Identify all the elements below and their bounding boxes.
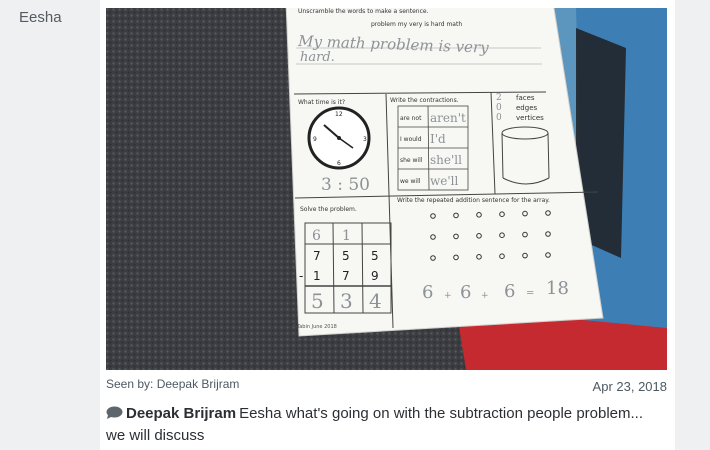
answer-digit: 3 — [340, 289, 353, 313]
borrow-digit: 1 — [342, 228, 351, 244]
shape-label: edges — [516, 104, 538, 112]
post-author-column: Eesha — [0, 0, 100, 450]
borrow-digit: 6 — [312, 228, 321, 244]
handwritten-sentence-line2: hard. — [300, 50, 335, 65]
array-answer-term: 18 — [546, 278, 569, 299]
bottom-digit: 7 — [342, 269, 350, 283]
speech-bubble-icon — [106, 406, 123, 419]
seen-by[interactable]: Seen by: Deepak Brijram — [106, 377, 239, 391]
worksheet-footer: ©Tabin June 2018 — [292, 323, 337, 330]
top-digit: 7 — [313, 249, 321, 263]
worksheet-photo-svg: Unscramble the words to make a sentence.… — [106, 8, 667, 370]
comment: Deepak Brijram Eesha what's going on with… — [106, 403, 646, 447]
post-date: Apr 23, 2018 — [592, 379, 667, 394]
contraction-answer: she'll — [430, 153, 462, 167]
contraction-words: are not — [400, 115, 422, 122]
answer-digit: 5 — [311, 289, 324, 313]
array-answer-op: + — [481, 291, 489, 301]
array-answer-op: + — [444, 291, 452, 301]
shape-label: vertices — [516, 114, 544, 122]
shape-count: 0 — [496, 103, 502, 113]
operator: - — [299, 269, 303, 283]
commenter-name[interactable]: Deepak Brijram — [126, 405, 236, 422]
contractions-prompt: Write the contractions. — [390, 97, 459, 104]
array-answer-op: = — [526, 288, 534, 299]
clock-prompt: What time is it? — [298, 99, 345, 106]
svg-text:12: 12 — [335, 111, 343, 118]
answer-digit: 4 — [369, 289, 382, 313]
instruction-unscramble: Unscramble the words to make a sentence. — [298, 8, 429, 15]
array-answer-term: 6 — [460, 282, 471, 303]
bottom-digit: 9 — [371, 269, 379, 283]
contraction-words: we will — [400, 178, 421, 185]
array-answer-term: 6 — [422, 282, 433, 303]
contraction-words: she will — [400, 157, 423, 164]
array-answer-term: 6 — [504, 281, 515, 302]
solve-prompt: Solve the problem. — [300, 206, 357, 213]
shape-count: 0 — [496, 113, 502, 123]
scrambled-words: problem my very is hard math — [371, 21, 462, 28]
svg-text:6: 6 — [337, 160, 341, 167]
contraction-answer: aren't — [430, 111, 466, 125]
shape-count: 2 — [496, 93, 502, 103]
contraction-answer: I'd — [430, 132, 446, 146]
svg-text:9: 9 — [313, 136, 317, 143]
contraction-words: I would — [400, 136, 422, 143]
top-digit: 5 — [342, 249, 350, 263]
post-author-name[interactable]: Eesha — [19, 9, 62, 26]
contraction-answer: we'll — [430, 174, 459, 188]
array-prompt: Write the repeated addition sentence for… — [397, 197, 550, 204]
svg-text:3: 3 — [363, 136, 367, 143]
top-digit: 5 — [371, 249, 379, 263]
post-photo[interactable]: Unscramble the words to make a sentence.… — [106, 8, 667, 370]
clock-answer: 3 : 50 — [321, 175, 370, 195]
shape-label: faces — [516, 94, 535, 102]
bottom-digit: 1 — [313, 269, 321, 283]
post-card: Unscramble the words to make a sentence.… — [100, 0, 675, 450]
